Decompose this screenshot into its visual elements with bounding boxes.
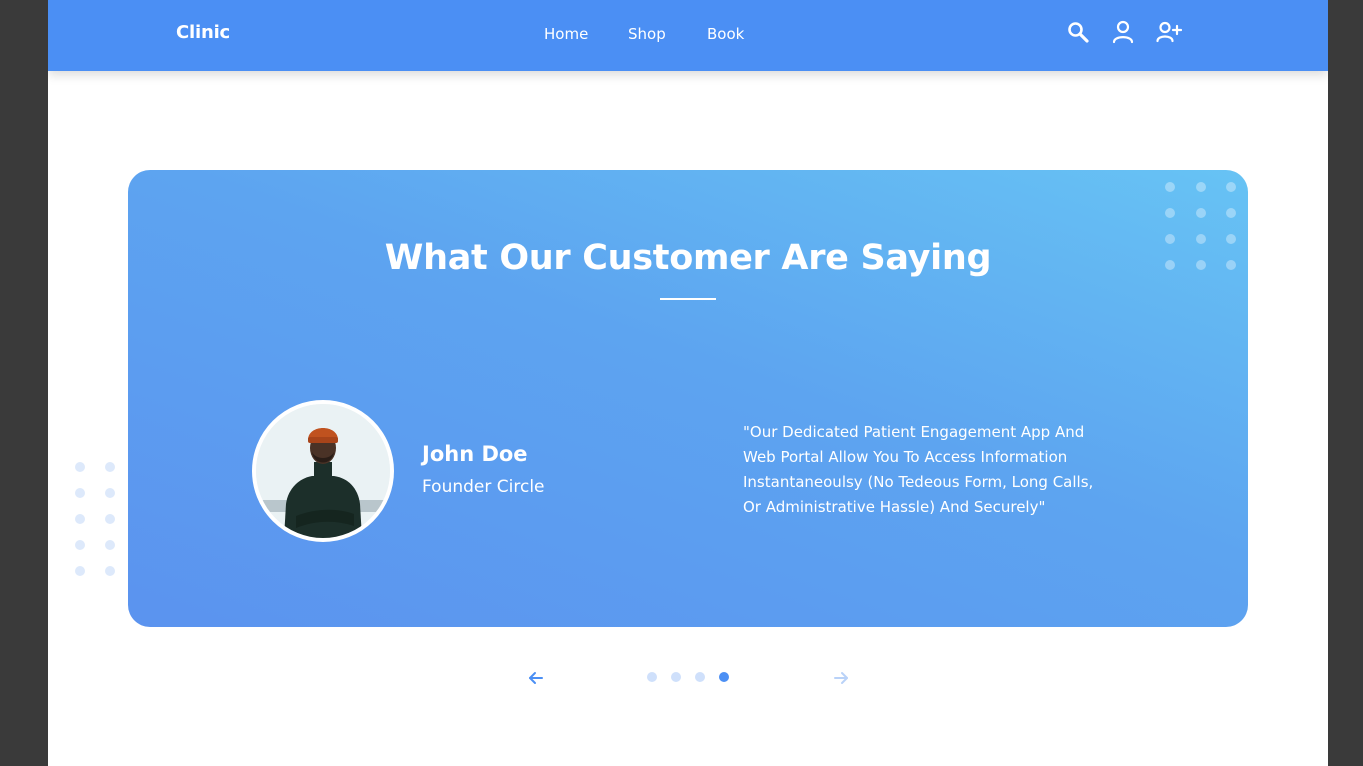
slider-dot[interactable]	[671, 672, 681, 682]
quote-line: "Our Dedicated Patient Engagement App An…	[743, 423, 1085, 441]
arrow-right-icon[interactable]	[832, 669, 850, 687]
nav-home[interactable]: Home	[544, 25, 588, 43]
customer-role: Founder Circle	[422, 477, 545, 497]
nav-shop[interactable]: Shop	[628, 25, 666, 43]
customer-name: John Doe	[422, 442, 528, 466]
navbar: Clinic Home Shop Book	[48, 0, 1328, 71]
slider-dot[interactable]	[695, 672, 705, 682]
title-underline	[660, 298, 716, 300]
section-title: What Our Customer Are Saying	[384, 238, 992, 278]
slider-dot[interactable]	[647, 672, 657, 682]
user-add-icon[interactable]	[1156, 20, 1182, 44]
brand-logo[interactable]: Clinic	[176, 22, 230, 43]
search-icon[interactable]	[1066, 20, 1090, 44]
customer-avatar	[252, 400, 394, 542]
slider-dot-active[interactable]	[719, 672, 729, 682]
quote-line: Or Administrative Hassle) And Securely"	[743, 498, 1046, 516]
nav-book[interactable]: Book	[707, 25, 744, 43]
quote-line: Web Portal Allow You To Access Informati…	[743, 448, 1068, 466]
arrow-left-icon[interactable]	[527, 669, 545, 687]
user-icon[interactable]	[1112, 20, 1134, 44]
page: Clinic Home Shop Book What Our Customer …	[48, 0, 1328, 766]
quote-line: Instantaneoulsy (No Tedeous Form, Long C…	[743, 473, 1094, 491]
testimonial-quote: "Our Dedicated Patient Engagement App An…	[743, 420, 1093, 520]
